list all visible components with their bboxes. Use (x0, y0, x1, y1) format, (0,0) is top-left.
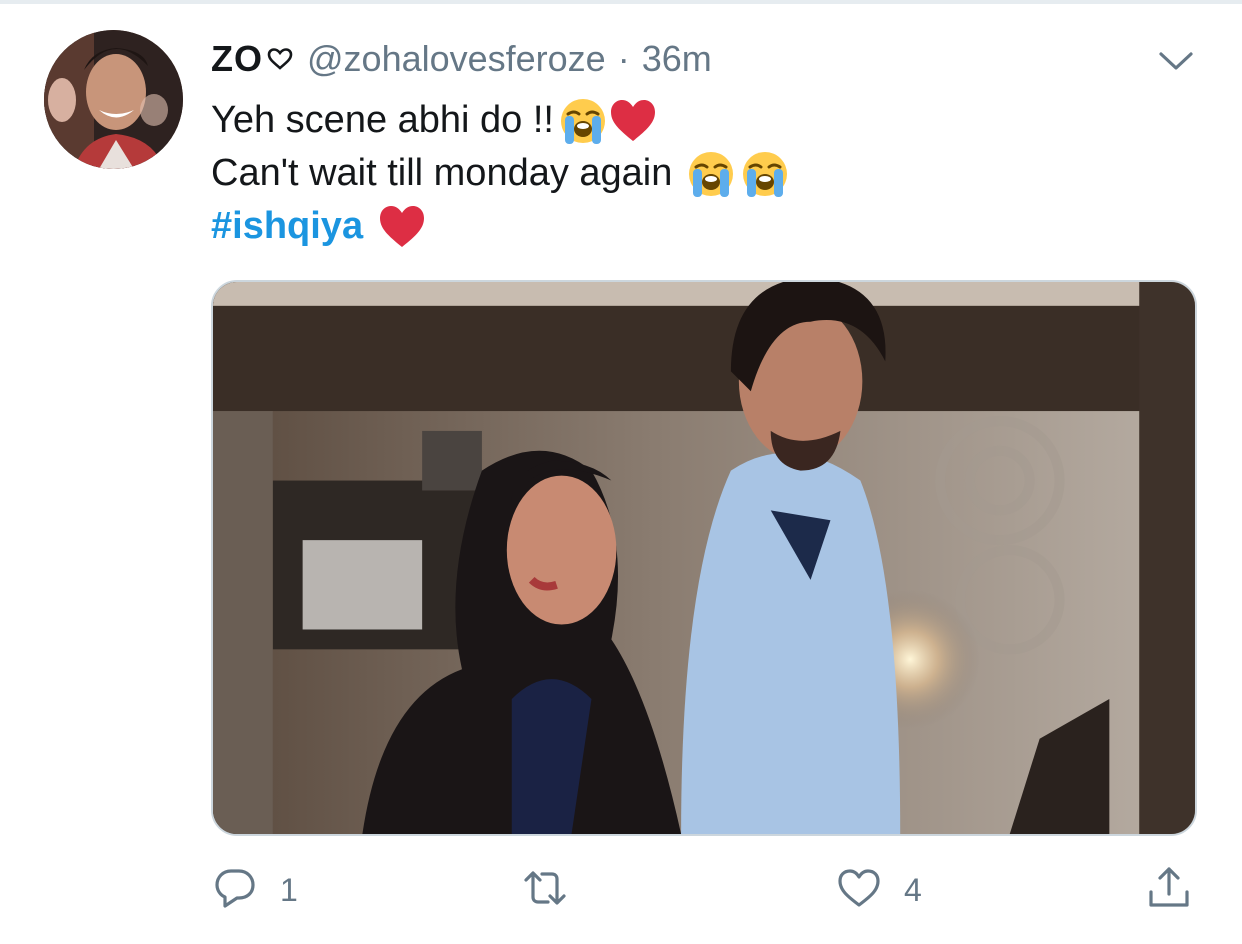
like-icon (836, 865, 882, 916)
crying-face-emoji (740, 149, 790, 199)
top-divider (0, 0, 1242, 4)
heart-outline-icon (267, 47, 293, 71)
reply-count: 1 (280, 871, 298, 908)
text-line-2: Can't wait till monday again (211, 152, 673, 194)
handle[interactable]: @zohalovesferoze (307, 38, 606, 80)
red-heart-emoji (377, 202, 427, 252)
reply-button[interactable]: 1 (212, 860, 298, 920)
share-icon (1146, 865, 1192, 916)
retweet-button[interactable] (522, 860, 590, 920)
share-button[interactable] (1146, 860, 1192, 920)
timestamp[interactable]: 36m (642, 38, 712, 80)
like-button[interactable]: 4 (836, 860, 922, 920)
tweet-text-line-1: Yeh scene abhi do !! (211, 94, 790, 147)
tweet-header: ZO @zohalovesferoze · 36m (211, 36, 712, 82)
tweet-text: Yeh scene abhi do !! Can't wait till mon… (211, 94, 790, 253)
red-heart-emoji (608, 96, 658, 146)
tweet-media-gif[interactable] (211, 280, 1197, 836)
display-name[interactable]: ZO (211, 38, 263, 80)
tweet-actions: 1 4 (0, 860, 1242, 920)
separator-dot: · (617, 38, 630, 79)
crying-face-emoji (686, 149, 736, 199)
media-image (213, 282, 1195, 834)
hashtag-link[interactable]: #ishqiya (211, 200, 363, 253)
reply-icon (212, 865, 258, 916)
crying-face-emoji (558, 96, 608, 146)
tweet-text-line-2: Can't wait till monday again (211, 147, 790, 200)
chevron-down-icon[interactable] (1155, 40, 1197, 82)
retweet-icon (522, 865, 568, 916)
avatar-image (44, 30, 183, 169)
like-count: 4 (904, 871, 922, 908)
tweet-text-line-3: #ishqiya (211, 200, 790, 253)
avatar[interactable] (44, 30, 183, 169)
text-line-1: Yeh scene abhi do !! (211, 99, 554, 141)
